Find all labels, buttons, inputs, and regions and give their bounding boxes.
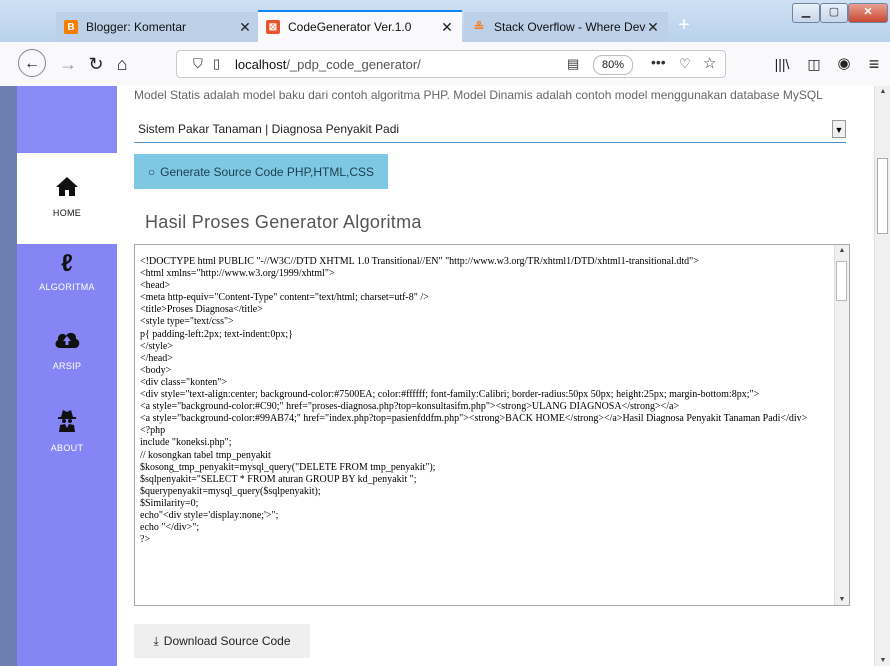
url-path: /_pdp_code_generator/ xyxy=(286,57,421,72)
result-section-title: Hasil Proses Generator Algoritma xyxy=(145,212,422,232)
close-window-button[interactable]: ✕ xyxy=(848,3,888,23)
source-code-textarea[interactable]: <!DOCTYPE html PUBLIC "-//W3C//DTD XHTML… xyxy=(134,244,850,606)
main-content: Model Statis adalah model baku dari cont… xyxy=(117,86,874,666)
close-tab-icon[interactable]: ✕ xyxy=(440,19,454,36)
tab-stackoverflow[interactable]: ≗ Stack Overflow - Where Develo ✕ xyxy=(464,12,668,42)
github-icon: ○ xyxy=(147,164,156,179)
library-icon[interactable]: |||\ xyxy=(768,50,796,78)
account-icon[interactable]: ◉ xyxy=(830,50,858,78)
url-text: localhost/_pdp_code_generator/ xyxy=(235,57,421,72)
tab-label: Stack Overflow - Where Develo xyxy=(494,20,646,34)
page-scrollbar[interactable]: ▲ ▼ xyxy=(874,86,890,666)
reload-button[interactable]: ↻ xyxy=(82,50,110,78)
sidebar-item-label: ABOUT xyxy=(50,443,84,453)
more-actions-icon[interactable]: ••• xyxy=(651,54,666,70)
sidebar-item-label: ALGORITMA xyxy=(39,282,95,292)
page-scroll-thumb[interactable] xyxy=(877,158,888,234)
home-icon xyxy=(17,175,117,204)
home-button[interactable]: ⌂ xyxy=(108,50,136,78)
download-source-code-button[interactable]: ⤓ Download Source Code xyxy=(134,624,310,658)
page-scroll-up-icon[interactable]: ▲ xyxy=(876,88,890,95)
sidebar-item-algoritma[interactable]: ℓ ALGORITMA xyxy=(17,250,117,292)
close-tab-icon[interactable]: ✕ xyxy=(238,19,252,36)
maximize-button[interactable]: ▢ xyxy=(820,3,848,23)
chevron-down-icon[interactable]: ▼ xyxy=(832,120,846,138)
select-value: Sistem Pakar Tanaman | Diagnosa Penyakit… xyxy=(138,122,400,136)
forward-button[interactable]: → xyxy=(54,50,82,78)
reader-view-icon[interactable]: ▤ xyxy=(567,56,579,72)
model-info-text: Model Statis adalah model baku dari cont… xyxy=(134,88,823,102)
algorithm-select[interactable]: Sistem Pakar Tanaman | Diagnosa Penyakit… xyxy=(134,117,846,143)
tab-codegenerator[interactable]: ⊠ CodeGenerator Ver.1.0 ✕ xyxy=(258,10,462,42)
url-host: localhost xyxy=(235,57,287,72)
sidebar-toggle-icon[interactable]: ◫ xyxy=(800,50,828,78)
download-icon: ⤓ xyxy=(153,633,159,648)
branch-icon: ℓ xyxy=(61,250,73,277)
tab-label: CodeGenerator Ver.1.0 xyxy=(288,20,412,34)
sidebar-item-home[interactable]: HOME xyxy=(17,153,117,244)
page-scroll-down-icon[interactable]: ▼ xyxy=(876,657,890,664)
pocket-icon[interactable]: ♡ xyxy=(679,56,691,72)
page-left-edge xyxy=(0,86,17,666)
download-button-label: Download Source Code xyxy=(163,634,291,648)
shield-icon: ⛉ xyxy=(193,56,203,71)
sidebar-item-arsip[interactable]: ARSIP xyxy=(17,328,117,371)
sidebar-item-label: ARSIP xyxy=(52,361,82,371)
minimize-button[interactable]: ▁ xyxy=(792,3,820,23)
tab-blogger[interactable]: B Blogger: Komentar ✕ xyxy=(56,12,260,42)
page-icon: ▯ xyxy=(213,56,221,71)
sidebar-item-about[interactable]: ABOUT xyxy=(17,408,117,453)
generate-source-code-button[interactable]: ○ Generate Source Code PHP,HTML,CSS xyxy=(134,154,388,189)
cloud-upload-icon xyxy=(17,328,117,357)
close-tab-icon[interactable]: ✕ xyxy=(646,19,660,36)
new-tab-button[interactable]: + xyxy=(672,14,696,38)
textarea-scrollbar[interactable]: ▲ ▼ xyxy=(834,245,849,605)
address-bar[interactable]: ⛉ ▯ localhost/_pdp_code_generator/ ▤ 80%… xyxy=(176,50,726,78)
scroll-up-arrow-icon[interactable]: ▲ xyxy=(835,247,849,254)
zoom-level[interactable]: 80% xyxy=(593,55,634,75)
bookmark-star-icon[interactable]: ☆ xyxy=(703,54,716,72)
blogger-icon: B xyxy=(64,20,78,34)
stackoverflow-icon: ≗ xyxy=(473,19,485,34)
back-button[interactable]: ← xyxy=(18,49,46,77)
sidebar-item-label: HOME xyxy=(52,208,82,218)
source-code-text: <!DOCTYPE html PUBLIC "-//W3C//DTD XHTML… xyxy=(140,256,808,546)
codegen-icon: ⊠ xyxy=(266,20,280,34)
tab-label: Blogger: Komentar xyxy=(86,20,187,34)
menu-icon[interactable]: ≡ xyxy=(860,50,888,78)
scroll-down-arrow-icon[interactable]: ▼ xyxy=(835,596,849,603)
textarea-scroll-thumb[interactable] xyxy=(836,261,847,301)
browser-tab-strip: B Blogger: Komentar ✕ ⊠ CodeGenerator Ve… xyxy=(0,0,890,42)
browser-toolbar: ← → ↻ ⌂ ⛉ ▯ localhost/_pdp_code_generato… xyxy=(0,42,890,87)
app-sidebar: HOME ℓ ALGORITMA ARSIP ABOUT xyxy=(17,86,117,666)
user-secret-icon xyxy=(17,408,117,439)
generate-button-label: Generate Source Code PHP,HTML,CSS xyxy=(160,164,375,179)
sidebar-header xyxy=(17,86,117,153)
